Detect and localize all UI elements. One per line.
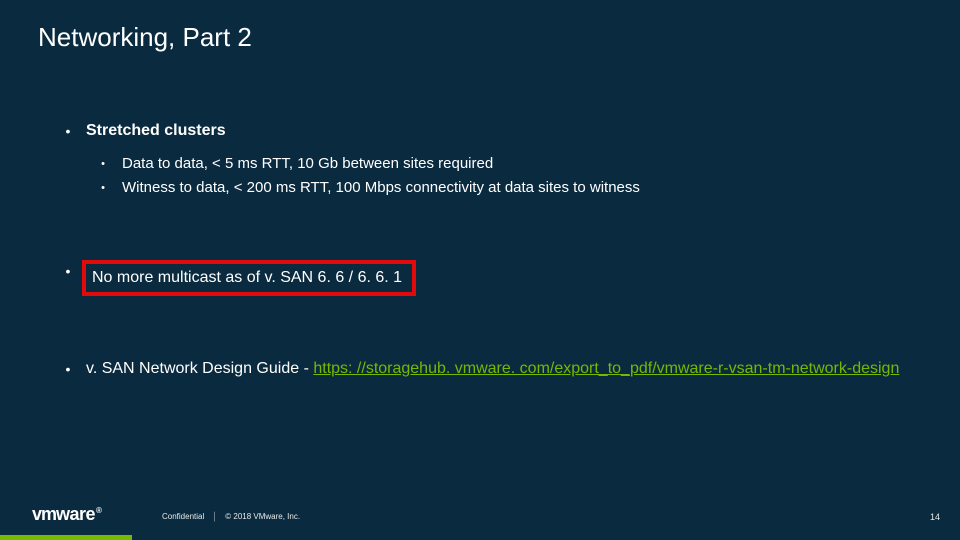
footer-accent-bar bbox=[0, 535, 132, 540]
slide: Networking, Part 2 • Stretched clusters … bbox=[0, 0, 960, 540]
bullet-dot: • bbox=[96, 154, 110, 174]
footer: vmware® Confidential │ © 2018 VMware, In… bbox=[0, 486, 960, 540]
sub-bullets: • Data to data, < 5 ms RTT, 10 Gb betwee… bbox=[96, 154, 920, 198]
bullet-text: v. SAN Network Design Guide - https: //s… bbox=[76, 358, 899, 380]
bullet-no-multicast: • No more multicast as of v. SAN 6. 6 / … bbox=[60, 260, 920, 296]
bullet-dot: • bbox=[96, 178, 110, 198]
bullet-text: Stretched clusters bbox=[76, 120, 226, 142]
slide-title: Networking, Part 2 bbox=[38, 22, 252, 53]
sub-bullet-text: Data to data, < 5 ms RTT, 10 Gb between … bbox=[110, 154, 493, 174]
footer-copyright: © 2018 VMware, Inc. bbox=[225, 512, 300, 521]
bullet-design-guide: • v. SAN Network Design Guide - https: /… bbox=[60, 358, 920, 380]
sub-bullet-text: Witness to data, < 200 ms RTT, 100 Mbps … bbox=[110, 178, 640, 198]
vmware-logo: vmware® bbox=[32, 504, 101, 524]
sub-bullet-data-to-data: • Data to data, < 5 ms RTT, 10 Gb betwee… bbox=[96, 154, 920, 174]
footer-confidential: Confidential bbox=[162, 512, 204, 521]
design-guide-link[interactable]: https: //storagehub. vmware. com/export_… bbox=[313, 360, 899, 377]
footer-text: Confidential │ © 2018 VMware, Inc. bbox=[162, 512, 300, 521]
bullet-dot: • bbox=[60, 120, 76, 142]
bullet-text: No more multicast as of v. SAN 6. 6 / 6.… bbox=[92, 269, 402, 286]
bullet-dot: • bbox=[60, 358, 76, 380]
bullet-dot: • bbox=[60, 260, 76, 282]
content-area: • Stretched clusters • Data to data, < 5… bbox=[60, 120, 920, 392]
sub-bullet-witness-to-data: • Witness to data, < 200 ms RTT, 100 Mbp… bbox=[96, 178, 920, 198]
page-number: 14 bbox=[930, 512, 940, 522]
highlight-box: No more multicast as of v. SAN 6. 6 / 6.… bbox=[82, 260, 416, 296]
guide-prefix: v. SAN Network Design Guide - bbox=[86, 360, 313, 377]
footer-separator: │ bbox=[212, 512, 217, 521]
bullet-stretched-clusters: • Stretched clusters bbox=[60, 120, 920, 142]
